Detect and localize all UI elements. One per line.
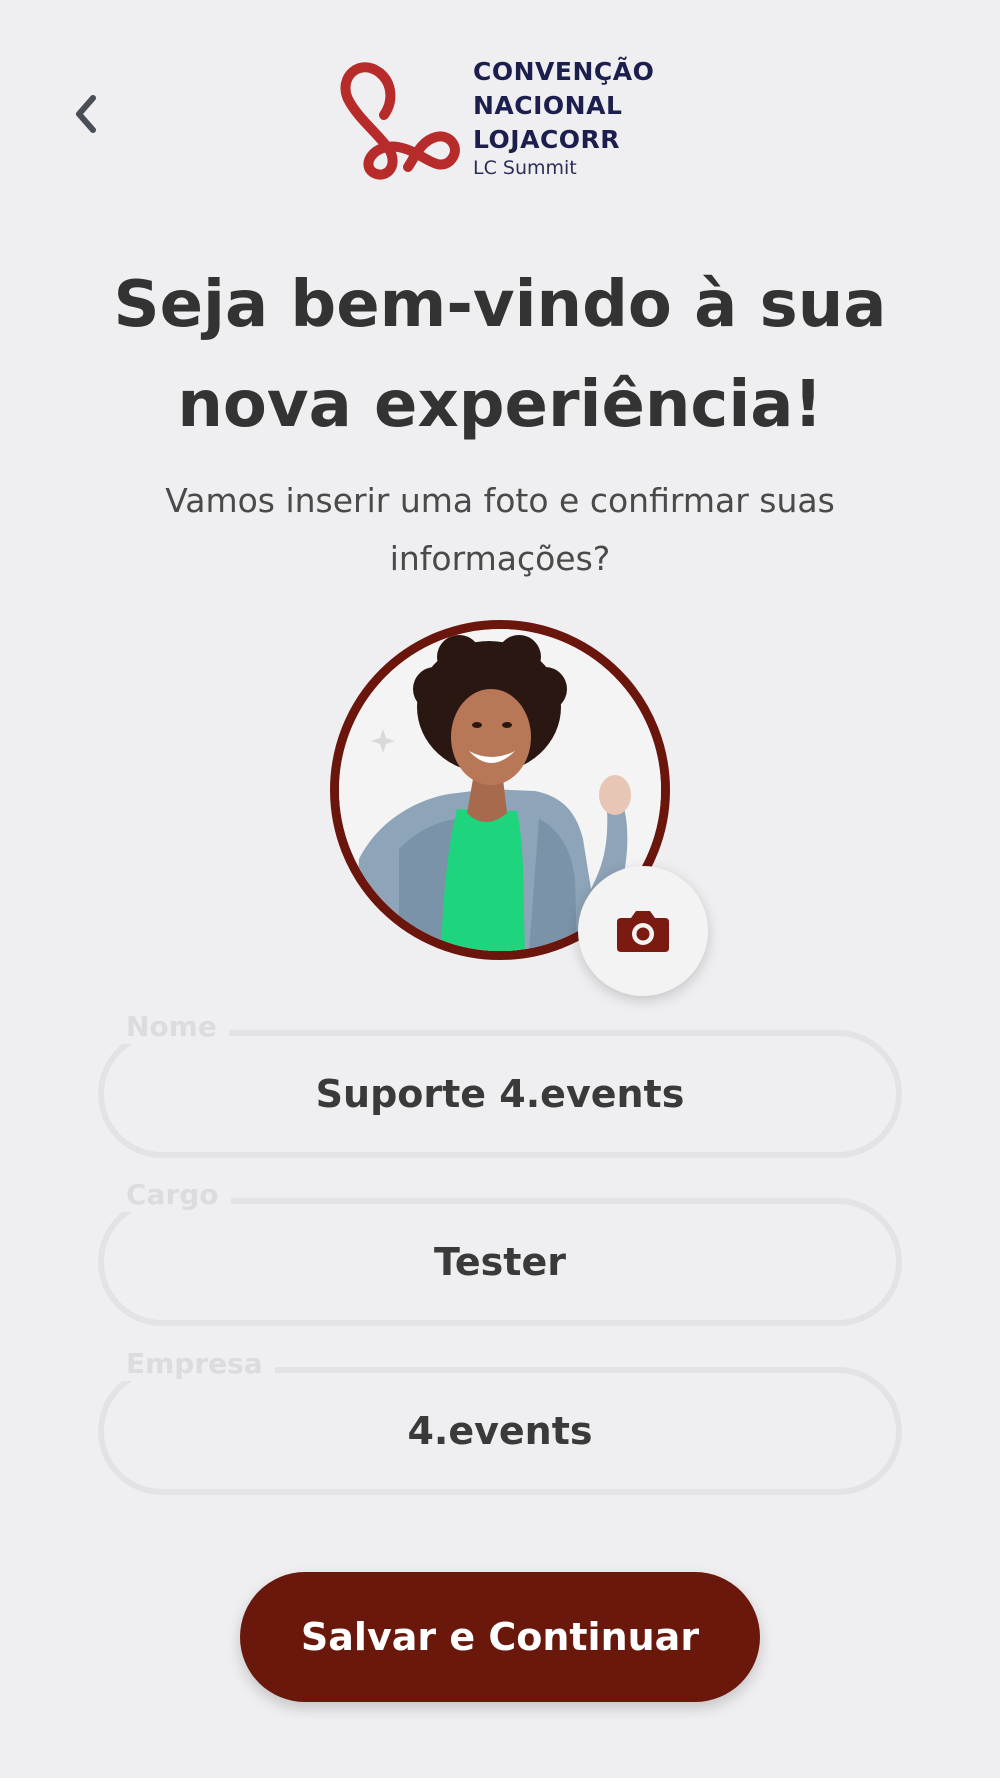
logo-text: CONVENÇÃO NACIONAL LOJACORR LC Summit	[473, 55, 654, 179]
page-title: Seja bem-vindo à sua nova experiência!	[60, 255, 940, 455]
role-field: Cargo	[98, 1178, 902, 1326]
page-subtitle-line-2: informações?	[389, 539, 611, 578]
page-subtitle: Vamos inserir uma foto e confirmar suas …	[100, 472, 900, 588]
camera-icon	[617, 911, 669, 952]
role-field-label: Cargo	[116, 1178, 231, 1212]
logo-line-3: LOJACORR	[473, 125, 621, 154]
logo-subtitle: LC Summit	[473, 157, 577, 179]
page-title-line-1: Seja bem-vindo à sua	[113, 268, 887, 342]
company-field-label: Empresa	[116, 1347, 275, 1381]
save-and-continue-button[interactable]: Salvar e Continuar	[240, 1572, 760, 1702]
change-photo-button[interactable]	[578, 866, 708, 996]
name-field-label: Nome	[116, 1010, 229, 1044]
logo-mark-icon	[340, 62, 460, 180]
page-title-line-2: nova experiência!	[177, 368, 823, 442]
welcome-screen: CONVENÇÃO NACIONAL LOJACORR LC Summit Se…	[0, 0, 1000, 1778]
logo-line-1: CONVENÇÃO	[473, 57, 655, 86]
company-input[interactable]	[178, 1408, 822, 1454]
name-input[interactable]	[178, 1071, 822, 1117]
logo-line-2: NACIONAL	[473, 91, 623, 120]
name-field-box	[98, 1030, 902, 1158]
company-field-box	[98, 1367, 902, 1495]
name-field: Nome	[98, 1010, 902, 1158]
role-input[interactable]	[178, 1239, 822, 1285]
event-logo: CONVENÇÃO NACIONAL LOJACORR LC Summit	[340, 55, 680, 185]
page-subtitle-line-1: Vamos inserir uma foto e confirmar suas	[165, 481, 835, 520]
company-field: Empresa	[98, 1347, 902, 1495]
back-button[interactable]	[60, 88, 112, 140]
role-field-box	[98, 1198, 902, 1326]
chevron-left-icon	[76, 95, 96, 133]
